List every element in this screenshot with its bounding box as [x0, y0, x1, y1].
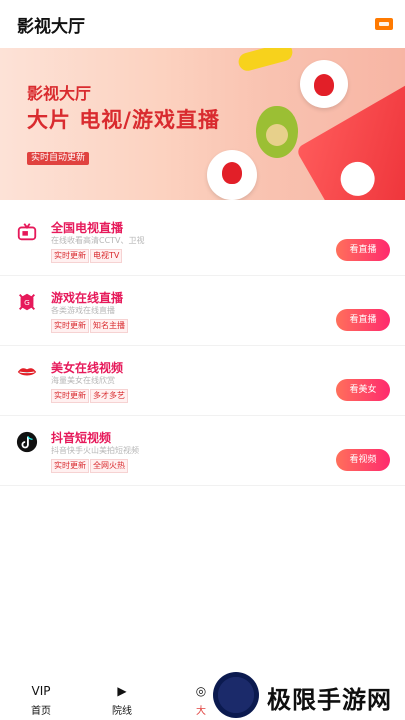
banner-tag: 实时自动更新 [27, 152, 90, 165]
avocado-illustration [256, 106, 298, 158]
nav-label: 首页 [31, 706, 51, 717]
item-desc: 海量美女在线欣赏 [51, 376, 115, 385]
watermark: 极限手游网 [213, 668, 403, 720]
banner-title: 影视大厅 [27, 84, 92, 103]
nav-label: 院线 [112, 706, 132, 717]
svg-text:G: G [24, 298, 30, 307]
vip-icon: VIP [31, 684, 51, 698]
nav-home[interactable]: VIP 首页 [11, 684, 71, 717]
lips-icon [17, 368, 37, 376]
item-desc: 在线收看高清CCTV、卫视 [51, 236, 145, 245]
item-tag: 全网火热 [90, 459, 128, 473]
item-name: 游戏在线直播 [51, 291, 124, 305]
list-item[interactable]: 全国电视直播 在线收看高清CCTV、卫视 实时更新 电视TV 看直播 [0, 205, 405, 276]
tiktok-icon [16, 431, 38, 453]
item-name: 抖音短视频 [51, 431, 112, 445]
promo-banner[interactable]: 影视大厅 大片 电视/游戏直播 实时自动更新 [0, 48, 405, 200]
top-bar: 影视大厅 [0, 0, 405, 48]
watch-video-button[interactable]: 看视频 [336, 449, 390, 471]
item-desc: 抖音快手火山美拍短视频 [51, 446, 139, 455]
item-tag: 实时更新 [51, 319, 89, 333]
item-tag: 知名主播 [90, 319, 128, 333]
item-desc: 各类游戏在线直播 [51, 306, 115, 315]
strawberry-illustration [314, 74, 334, 96]
watermark-text: 极限手游网 [267, 686, 392, 714]
item-tag: 实时更新 [51, 249, 89, 263]
watch-live-button[interactable]: 看直播 [336, 309, 390, 331]
item-tag: 电视TV [90, 249, 123, 263]
game-icon: G [19, 293, 35, 311]
tv-icon [17, 223, 37, 241]
list-item[interactable]: G 游戏在线直播 各类游戏在线直播 实时更新 知名主播 看直播 [0, 275, 405, 346]
item-tag: 多才多艺 [90, 389, 128, 403]
item-tag: 实时更新 [51, 459, 89, 473]
banner-subtitle: 大片 电视/游戏直播 [27, 108, 220, 132]
list-item[interactable]: 抖音短视频 抖音快手火山美拍短视频 实时更新 全网火热 看视频 [0, 415, 405, 486]
watch-live-button[interactable]: 看直播 [336, 239, 390, 261]
play-icon: ▶ [117, 684, 127, 698]
strawberry-illustration [222, 162, 242, 184]
banana-illustration [236, 48, 295, 73]
watch-beauty-button[interactable]: 看美女 [336, 379, 390, 401]
nav-cinema[interactable]: ▶ 院线 [92, 684, 152, 717]
flag-icon[interactable] [375, 18, 393, 30]
list-item[interactable]: 美女在线视频 海量美女在线欣赏 实时更新 多才多艺 看美女 [0, 345, 405, 416]
item-name: 美女在线视频 [51, 361, 124, 375]
item-name: 全国电视直播 [51, 221, 124, 235]
watermark-logo [213, 672, 259, 718]
item-tag: 实时更新 [51, 389, 89, 403]
page-title: 影视大厅 [17, 17, 85, 37]
